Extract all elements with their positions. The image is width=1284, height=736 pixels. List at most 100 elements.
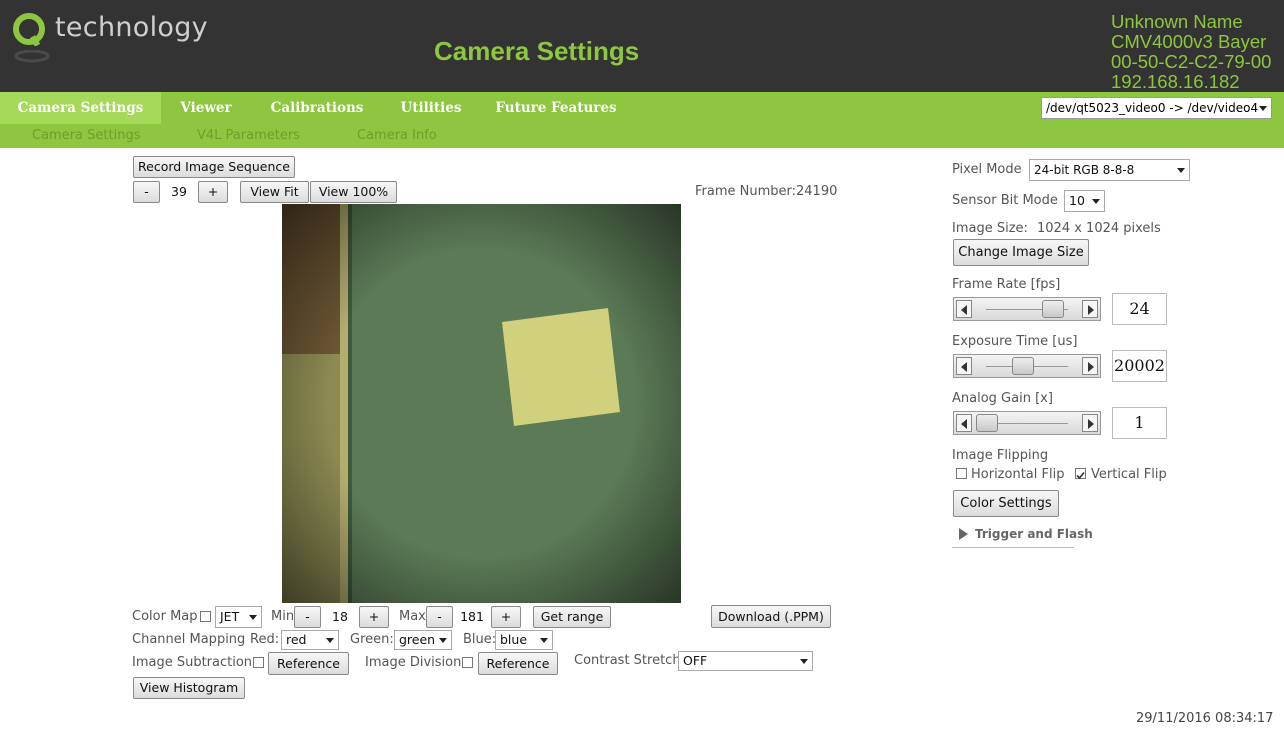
chevron-down-icon — [326, 638, 334, 643]
image-subtraction-label: Image Subtraction — [132, 655, 253, 670]
sensor-bit-mode-select[interactable]: 10 — [1064, 190, 1105, 212]
chevron-down-icon — [1259, 106, 1267, 111]
tab-camera-settings[interactable]: Camera Settings — [0, 92, 161, 124]
frame-number: Frame Number:24190 — [695, 184, 838, 199]
device-name: Unknown Name — [1111, 11, 1243, 32]
slider-right-arrow-icon[interactable] — [1082, 357, 1098, 375]
sensor-type: CMV4000v3 Bayer — [1111, 31, 1267, 52]
min-plus-button[interactable]: + — [359, 606, 389, 628]
tab-calibrations[interactable]: Calibrations — [261, 92, 373, 124]
view-fit-button[interactable]: View Fit — [240, 181, 309, 203]
image-division-label: Image Division — [365, 655, 462, 670]
subtraction-reference-button[interactable]: Reference — [268, 652, 349, 675]
blue-label: Blue: — [463, 632, 497, 647]
tab-utilities[interactable]: Utilities — [383, 92, 479, 124]
max-plus-button[interactable]: + — [491, 606, 521, 628]
color-settings-button[interactable]: Color Settings — [953, 490, 1059, 517]
chevron-down-icon — [540, 638, 548, 643]
pixel-mode-value: 24-bit RGB 8-8-8 — [1034, 163, 1135, 177]
min-minus-button[interactable]: - — [294, 606, 321, 628]
contrast-stretch-label: Contrast Stretch — [574, 653, 681, 668]
color-map-checkbox[interactable] — [200, 611, 211, 622]
sensor-bit-mode-label: Sensor Bit Mode — [952, 193, 1058, 208]
zoom-minus-button[interactable]: - — [133, 181, 160, 203]
contrast-stretch-select[interactable]: OFF — [678, 651, 813, 671]
triangle-right-icon — [959, 528, 968, 540]
mac-address: 00-50-C2-C2-79-00 — [1111, 51, 1272, 72]
device-select-value: /dev/qt5023_video0 -> /dev/video4 — [1046, 101, 1259, 115]
slider-right-arrow-icon[interactable] — [1082, 300, 1098, 318]
sensor-bit-mode-value: 10 — [1069, 193, 1085, 208]
red-channel-select[interactable]: red — [281, 630, 339, 650]
subtab-v4l-parameters[interactable]: V4L Parameters — [197, 124, 300, 148]
ip-address: 192.168.16.182 — [1111, 71, 1240, 92]
image-size-label: Image Size: — [952, 221, 1028, 236]
vertical-flip-checkbox[interactable] — [1075, 468, 1086, 480]
color-map-select[interactable]: JET — [215, 606, 262, 628]
camera-image[interactable] — [282, 204, 681, 603]
trigger-flash-toggle[interactable]: Trigger and Flash — [952, 523, 1093, 548]
slider-left-arrow-icon[interactable] — [956, 414, 972, 432]
blue-channel-select[interactable]: blue — [495, 630, 553, 650]
exposure-input[interactable]: 20002 — [1112, 350, 1167, 382]
slider-left-arrow-icon[interactable] — [956, 300, 972, 318]
q-logo-icon — [13, 13, 45, 46]
frame-rate-label: Frame Rate [fps] — [952, 277, 1061, 292]
image-flipping-label: Image Flipping — [952, 448, 1049, 463]
subtab-camera-settings[interactable]: Camera Settings — [32, 124, 140, 148]
max-input[interactable]: 181 — [454, 606, 490, 628]
zoom-plus-button[interactable]: + — [198, 181, 228, 203]
checkmark-icon — [1076, 471, 1085, 480]
trigger-flash-label: Trigger and Flash — [975, 527, 1093, 541]
device-info: Unknown Name CMV4000v3 Bayer 00-50-C2-C2… — [1111, 12, 1271, 92]
blue-channel-value: blue — [500, 632, 528, 647]
green-channel-value: green — [399, 632, 436, 647]
analog-gain-input[interactable]: 1 — [1112, 407, 1167, 439]
max-label: Max — [399, 609, 426, 624]
slider-thumb[interactable] — [1012, 357, 1034, 375]
frame-rate-slider[interactable] — [953, 297, 1101, 321]
subtab-camera-info[interactable]: Camera Info — [357, 124, 437, 148]
exposure-label: Exposure Time [us] — [952, 334, 1078, 349]
tab-viewer[interactable]: Viewer — [161, 92, 251, 124]
contrast-stretch-value: OFF — [683, 653, 708, 668]
analog-gain-slider[interactable] — [953, 411, 1101, 435]
chevron-down-icon — [439, 638, 447, 643]
max-minus-button[interactable]: - — [426, 606, 453, 628]
get-range-button[interactable]: Get range — [533, 606, 611, 628]
record-sequence-button[interactable]: Record Image Sequence — [133, 156, 295, 178]
view-histogram-button[interactable]: View Histogram — [133, 677, 245, 699]
logo-text: technology — [55, 12, 208, 43]
download-ppm-button[interactable]: Download (.PPM) — [711, 605, 831, 628]
zoom-input[interactable]: 39 — [161, 181, 197, 203]
header-bar: technology Camera Settings Unknown Name … — [0, 0, 1284, 92]
red-channel-value: red — [286, 632, 307, 647]
change-image-size-button[interactable]: Change Image Size — [953, 239, 1089, 266]
image-division-checkbox[interactable] — [462, 657, 473, 668]
horizontal-flip-label: Horizontal Flip — [971, 467, 1065, 482]
page-title: Camera Settings — [434, 36, 640, 66]
logo-reflection-icon — [14, 50, 50, 63]
green-label: Green: — [350, 632, 394, 647]
color-map-label: Color Map — [132, 609, 198, 624]
chevron-down-icon — [800, 659, 808, 664]
min-input[interactable]: 18 — [322, 606, 358, 628]
device-select[interactable]: /dev/qt5023_video0 -> /dev/video4 — [1041, 97, 1272, 119]
frame-rate-input[interactable]: 24 — [1112, 293, 1167, 325]
min-label: Min — [271, 609, 295, 624]
horizontal-flip-checkbox[interactable] — [956, 468, 967, 479]
color-map-value: JET — [220, 609, 240, 624]
slider-thumb[interactable] — [1041, 300, 1064, 318]
view-100-button[interactable]: View 100% — [310, 181, 397, 203]
slider-right-arrow-icon[interactable] — [1082, 414, 1098, 432]
image-subtraction-checkbox[interactable] — [253, 657, 264, 668]
tab-future-features[interactable]: Future Features — [489, 92, 623, 124]
exposure-slider[interactable] — [953, 354, 1101, 378]
vertical-flip-label: Vertical Flip — [1091, 467, 1167, 482]
slider-left-arrow-icon[interactable] — [956, 357, 972, 375]
timestamp: 29/11/2016 08:34:17 — [1136, 711, 1274, 726]
green-channel-select[interactable]: green — [394, 630, 452, 650]
pixel-mode-select[interactable]: 24-bit RGB 8-8-8 — [1029, 159, 1190, 181]
slider-thumb[interactable] — [976, 414, 998, 432]
division-reference-button[interactable]: Reference — [478, 652, 558, 675]
